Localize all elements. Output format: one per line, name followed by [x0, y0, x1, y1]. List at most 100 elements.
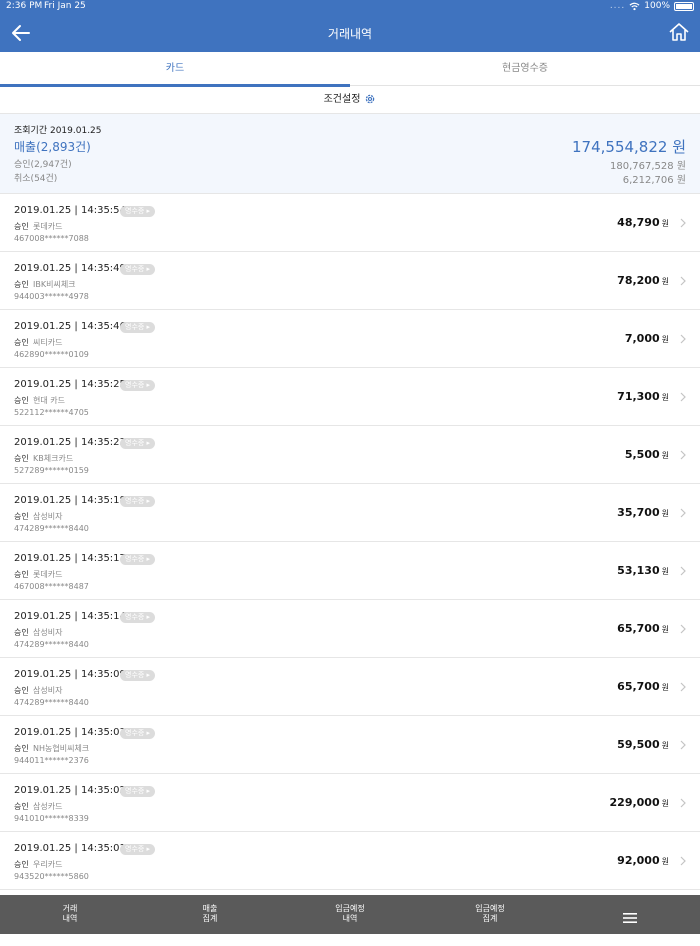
amount-unit: 원 [661, 741, 669, 750]
amount-unit: 원 [661, 567, 669, 576]
status-right: .... 100% [610, 1, 694, 11]
chevron-right-icon [680, 218, 686, 228]
chevron-right-icon [680, 276, 686, 286]
chevron-right-icon [680, 740, 686, 750]
list-item[interactable]: 2019.01.25 | 14:35:14 영수증 ▸ 승인 삼성비자 4742… [0, 600, 700, 658]
amount-value: 7,000 [624, 332, 660, 345]
query-period: 조회기간 2019.01.25 [14, 126, 102, 136]
wifi-icon [629, 2, 640, 10]
amount-value: 78,200 [617, 274, 660, 287]
nav-sales-summary[interactable]: 매출 집계 [140, 895, 280, 934]
transaction-amount: 78,200 원 [617, 274, 669, 287]
receipt-badge[interactable]: 영수증 ▸ [120, 206, 156, 217]
receipt-badge[interactable]: 영수증 ▸ [120, 554, 156, 565]
gear-icon[interactable] [364, 93, 376, 105]
chevron-right-icon [680, 392, 686, 402]
transaction-amount: 48,790 원 [617, 216, 669, 229]
receipt-badge[interactable]: 영수증 ▸ [120, 844, 156, 855]
transaction-datetime: 2019.01.25 | 14:35:17 [14, 553, 126, 564]
card-name: 씨티카드 [33, 338, 63, 347]
receipt-badge[interactable]: 영수증 ▸ [120, 496, 156, 507]
amount-value: 65,700 [617, 622, 660, 635]
condition-label: 조건설정 [323, 94, 361, 105]
amount-value: 71,300 [617, 390, 660, 403]
transaction-status: 승인 [14, 744, 29, 753]
nav-deposit-summary[interactable]: 입금예정 집계 [420, 895, 560, 934]
amount-unit: 원 [661, 393, 669, 402]
chevron-right-icon [680, 450, 686, 460]
home-icon[interactable] [668, 21, 690, 43]
receipt-badge[interactable]: 영수증 ▸ [120, 728, 156, 739]
receipt-badge[interactable]: 영수증 ▸ [120, 670, 156, 681]
chevron-right-icon [680, 856, 686, 866]
transaction-amount: 7,000 원 [625, 332, 669, 345]
transaction-datetime: 2019.01.25 | 14:35:14 [14, 611, 126, 622]
condition-setting[interactable]: 조건설정 [0, 86, 700, 114]
nav-transactions[interactable]: 거래 내역 [0, 895, 140, 934]
amount-value: 35,700 [617, 506, 660, 519]
card-number: 467008******7088 [14, 234, 89, 243]
list-item[interactable]: 2019.01.25 | 14:35:03 영수증 ▸ 승인 NH농협비씨체크 … [0, 716, 700, 774]
status-bar: 2:36 PM Fri Jan 25 .... 100% [0, 0, 700, 14]
transaction-status: 승인 [14, 454, 29, 463]
transaction-amount: 65,700 원 [617, 622, 669, 635]
list-item[interactable]: 2019.01.25 | 14:35:09 영수증 ▸ 승인 삼성비자 4742… [0, 658, 700, 716]
tab-card[interactable]: 카드 [0, 52, 350, 87]
sales-count: 매출(2,893건) [14, 140, 91, 154]
list-item[interactable]: 2019.01.25 | 14:35:54 영수증 ▸ 승인 롯데카드 4670… [0, 194, 700, 252]
hamburger-icon [623, 913, 637, 923]
list-item[interactable]: 2019.01.25 | 14:35:23 영수증 ▸ 승인 KB체크카드 52… [0, 426, 700, 484]
card-name: IBK비씨체크 [33, 280, 76, 289]
list-item[interactable]: 2019.01.25 | 14:35:17 영수증 ▸ 승인 롯데카드 4670… [0, 542, 700, 600]
nav-bar: 거래내역 [0, 14, 700, 52]
summary-panel: 조회기간 2019.01.25 매출(2,893건) 승인(2,947건) 취소… [0, 114, 700, 194]
nav-menu[interactable]: 메뉴 [560, 895, 700, 945]
list-item[interactable]: 2019.01.25 | 14:35:46 영수증 ▸ 승인 씨티카드 4628… [0, 310, 700, 368]
receipt-badge[interactable]: 영수증 ▸ [120, 264, 156, 275]
approve-count: 승인(2,947건) [14, 160, 72, 170]
card-number: 474289******8440 [14, 698, 89, 707]
chevron-right-icon [680, 508, 686, 518]
card-number: 474289******8440 [14, 524, 89, 533]
transaction-amount: 35,700 원 [617, 506, 669, 519]
transaction-status: 승인 [14, 860, 29, 869]
tab-cash-receipt[interactable]: 현금영수증 [350, 52, 700, 86]
card-name: 우리카드 [33, 860, 63, 869]
receipt-badge[interactable]: 영수증 ▸ [120, 612, 156, 623]
list-item[interactable]: 2019.01.25 | 14:35:02 영수증 ▸ 승인 삼성카드 9410… [0, 774, 700, 832]
transaction-datetime: 2019.01.25 | 14:35:09 [14, 669, 126, 680]
transaction-status: 승인 [14, 512, 29, 521]
list-item[interactable]: 2019.01.25 | 14:35:01 영수증 ▸ 승인 우리카드 9435… [0, 832, 700, 890]
transaction-datetime: 2019.01.25 | 14:35:54 [14, 205, 126, 216]
transaction-amount: 65,700 원 [617, 680, 669, 693]
transaction-datetime: 2019.01.25 | 14:35:25 [14, 379, 126, 390]
chevron-right-icon [680, 682, 686, 692]
amount-value: 48,790 [617, 216, 660, 229]
receipt-badge[interactable]: 영수증 ▸ [120, 322, 156, 333]
transaction-status: 승인 [14, 396, 29, 405]
receipt-badge[interactable]: 영수증 ▸ [120, 438, 156, 449]
card-name: 삼성카드 [33, 802, 63, 811]
status-time: 2:36 PM [6, 1, 43, 11]
transaction-amount: 92,000 원 [617, 854, 669, 867]
nav-menu-label: 메뉴 [622, 936, 638, 945]
cancel-count: 취소(54건) [14, 174, 58, 184]
card-number: 522112******4705 [14, 408, 89, 417]
receipt-badge[interactable]: 영수증 ▸ [120, 786, 156, 797]
bottom-nav: 거래 내역 매출 집계 입금예정 내역 입금예정 집계 메뉴 [0, 895, 700, 945]
nav-deposit-schedule[interactable]: 입금예정 내역 [280, 895, 420, 934]
receipt-badge[interactable]: 영수증 ▸ [120, 380, 156, 391]
page-title: 거래내역 [327, 27, 373, 41]
transaction-status: 승인 [14, 338, 29, 347]
transaction-datetime: 2019.01.25 | 14:35:49 [14, 263, 126, 274]
card-number: 527289******0159 [14, 466, 89, 475]
chevron-right-icon [680, 566, 686, 576]
amount-value: 5,500 [624, 448, 660, 461]
list-item[interactable]: 2019.01.25 | 14:35:25 영수증 ▸ 승인 현대 카드 522… [0, 368, 700, 426]
card-name: 삼성비자 [33, 628, 63, 637]
list-item[interactable]: 2019.01.25 | 14:35:49 영수증 ▸ 승인 IBK비씨체크 9… [0, 252, 700, 310]
transaction-status: 승인 [14, 222, 29, 231]
amount-unit: 원 [661, 219, 669, 228]
card-number: 944003******4978 [14, 292, 89, 301]
list-item[interactable]: 2019.01.25 | 14:35:18 영수증 ▸ 승인 삼성비자 4742… [0, 484, 700, 542]
